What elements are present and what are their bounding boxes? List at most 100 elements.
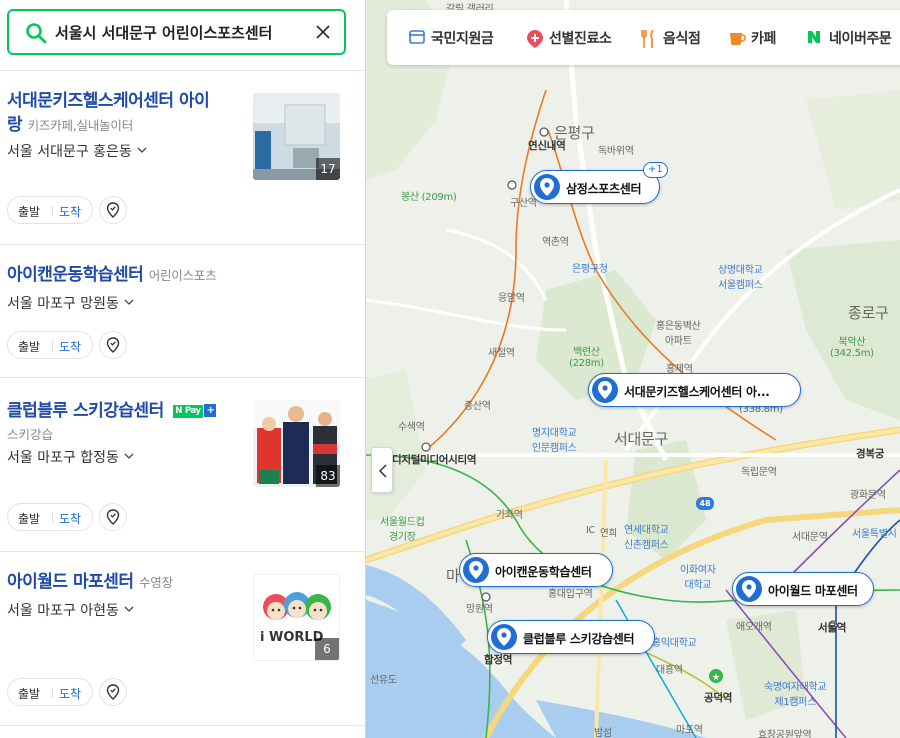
divider (52, 206, 53, 216)
search-input[interactable] (55, 20, 295, 44)
result-address[interactable]: 서울 마포구 망원동 (7, 293, 134, 313)
result-title-text: 클럽블루 스키강습센터 (7, 401, 164, 421)
location-bookmark-icon (106, 337, 120, 353)
address-text: 서울 마포구 망원동 (7, 296, 119, 312)
result-category: 어린이스포츠 (148, 268, 217, 283)
coffee-cup-icon (730, 33, 746, 45)
save-place-button[interactable] (99, 331, 127, 359)
result-item-iworld-mapo[interactable]: 아이월드 마포센터 수영장 서울 마포구 아현동 출발 도착 i WORLD 6 (0, 552, 365, 726)
result-thumbnail[interactable]: 17 (253, 93, 340, 180)
map-label-baengnyeonsan: 백련산 (228m) (569, 347, 604, 369)
depart-button[interactable]: 출발 (18, 510, 40, 527)
chip-label: 네이버주문 (829, 31, 892, 47)
result-address[interactable]: 서울 마포구 합정동 (7, 447, 134, 467)
save-place-button[interactable] (99, 196, 127, 224)
photo-count: 83 (316, 465, 340, 487)
map-label-eungam: 응암역 (498, 293, 525, 304)
marker-ican-sports[interactable]: 아이캔운동학습센터 (459, 553, 613, 587)
result-title[interactable]: 서대문키즈헬스케어센터 아이 (7, 88, 210, 114)
chip-cafe[interactable]: 카페 (729, 28, 789, 48)
map-label-yeonsinnae: 연신내역 (528, 140, 566, 152)
naver-n-icon (808, 31, 820, 43)
marker-label: 클럽블루 스키강습센터 (523, 632, 635, 646)
marker-label: 아이캔운동학습센터 (495, 565, 592, 579)
map-label-susaek: 수색역 (398, 422, 425, 433)
marker-extra-badge: +1 (643, 162, 668, 178)
arrive-button[interactable]: 도착 (59, 510, 81, 527)
address-text: 서울 마포구 합정동 (7, 450, 119, 466)
result-title-cont[interactable]: 랑 키즈카페,실내놀이터 (7, 112, 133, 139)
marker-samjeong-sports[interactable]: 삼정스포츠센터 +1 (530, 162, 668, 204)
result-address[interactable]: 서울 마포구 아현동 (7, 600, 134, 620)
close-icon[interactable] (314, 23, 332, 41)
map-label-yeonhui: 연희 (600, 528, 617, 539)
map-label-seodaemun-gu: 서대문구 (614, 430, 669, 448)
result-title-text: 아이캔운동학습센터 (7, 265, 144, 285)
map-label-mangwon: 망원역 (466, 604, 493, 615)
location-pin-icon (592, 377, 618, 403)
result-thumbnail[interactable]: i WORLD 6 (253, 574, 340, 661)
marker-label: 서대문키즈헬스케어센터 아... (624, 385, 770, 399)
result-category: 키즈카페,실내놀이터 (27, 118, 134, 133)
depart-button[interactable]: 출발 (18, 338, 40, 355)
result-title[interactable]: 아이월드 마포센터 수영장 (7, 569, 173, 596)
map-label-eunpyeong-office: 은평구청 (572, 264, 608, 275)
depart-button[interactable]: 출발 (18, 685, 40, 702)
result-address[interactable]: 서울 서대문구 홍은동 (7, 141, 147, 161)
arrive-button[interactable]: 도착 (59, 203, 81, 220)
collapse-panel-button[interactable] (371, 447, 393, 493)
result-item-clubblue-ski[interactable]: 클럽블루 스키강습센터 N Pay + 스키강습 서울 마포구 합정동 출발 도착 (0, 378, 365, 552)
route-pill: 출발 도착 (7, 678, 93, 706)
map-label-daeheung: 대흥역 (656, 665, 683, 676)
save-place-button[interactable] (99, 503, 127, 531)
marker-iworld-mapo[interactable]: 아이월드 마포센터 (732, 572, 874, 606)
arrive-button[interactable]: 도착 (59, 338, 81, 355)
naver-n-icon: N (173, 405, 184, 418)
map-label-hyochang: 효창공원앞역 (758, 730, 812, 738)
category-filter-bar: 국민지원금 선별진료소 음식점 카페 네이버주문 (387, 10, 900, 65)
map-label-yonsei: 연세대학교 신촌캠퍼스 (624, 525, 669, 551)
plus-icon: + (204, 404, 217, 417)
map-label-aeogae: 애오개역 (736, 622, 772, 633)
arrive-button[interactable]: 도착 (59, 685, 81, 702)
location-pin-icon (534, 174, 560, 200)
route-pill: 출발 도착 (7, 331, 93, 359)
route-pill: 출발 도착 (7, 196, 93, 224)
result-title[interactable]: 아이캔운동학습센터 어린이스포츠 (7, 262, 217, 289)
save-place-button[interactable] (99, 678, 127, 706)
marker-label: 삼정스포츠센터 (566, 182, 642, 196)
result-category: 수영장 (138, 575, 173, 590)
chip-screening-clinic[interactable]: 선별진료소 (527, 28, 631, 48)
map-label-sangmyung: 상명대학교 서울캠퍼스 (718, 265, 763, 291)
map-canvas[interactable]: ★ 은평구 종로구 서대문구 마 갈릴 갤러리 연신내역 독바위역 봉산 (20… (366, 0, 900, 738)
location-bookmark-icon (106, 509, 120, 525)
marker-label: 아이월드 마포센터 (768, 584, 858, 598)
map-label-seodaemun-station: 서대문역 (792, 532, 828, 543)
map-label-seoul-station: 서울역 (818, 622, 847, 634)
map-label-hongik: 홍대입구역 (548, 589, 593, 600)
result-list: 서대문키즈헬스케어센터 아이 랑 키즈카페,실내놀이터 서울 서대문구 홍은동 … (0, 71, 365, 726)
depart-button[interactable]: 출발 (18, 203, 40, 220)
result-title[interactable]: 클럽블루 스키강습센터 N Pay + (7, 395, 217, 424)
chip-restaurant[interactable]: 음식점 (641, 28, 715, 48)
location-bookmark-icon (106, 202, 120, 218)
search-icon (26, 23, 47, 44)
chip-naver-order[interactable]: 네이버주문 (807, 28, 900, 48)
search-results-panel: 서대문키즈헬스케어센터 아이 랑 키즈카페,실내놀이터 서울 서대문구 홍은동 … (0, 0, 366, 738)
divider (52, 341, 53, 351)
marker-clubblue-ski[interactable]: 클럽블루 스키강습센터 (487, 620, 655, 654)
result-title-line2: 랑 (7, 115, 23, 135)
photo-count: 6 (315, 638, 339, 660)
npay-label: Pay (183, 405, 204, 418)
chip-national-grant[interactable]: 국민지원금 (409, 28, 513, 48)
result-item-ican-sports[interactable]: 아이캔운동학습센터 어린이스포츠 서울 마포구 망원동 출발 도착 (0, 245, 365, 378)
marker-seodaemun-kids[interactable]: 서대문키즈헬스케어센터 아... (588, 373, 801, 407)
result-thumbnail[interactable]: 83 (253, 400, 340, 487)
map-label-dokbawi: 독바위역 (598, 146, 634, 157)
route-pill: 출발 도착 (7, 503, 93, 531)
chevron-down-icon (137, 147, 147, 153)
map-label-hongik-univ: 홍익대학교 (652, 638, 697, 649)
map-label-ic: IC (586, 525, 595, 536)
result-item-seodaemun-kids[interactable]: 서대문키즈헬스케어센터 아이 랑 키즈카페,실내놀이터 서울 서대문구 홍은동 … (0, 71, 365, 245)
map-label-bugaksan: 북악산 (342.5m) (830, 337, 874, 359)
